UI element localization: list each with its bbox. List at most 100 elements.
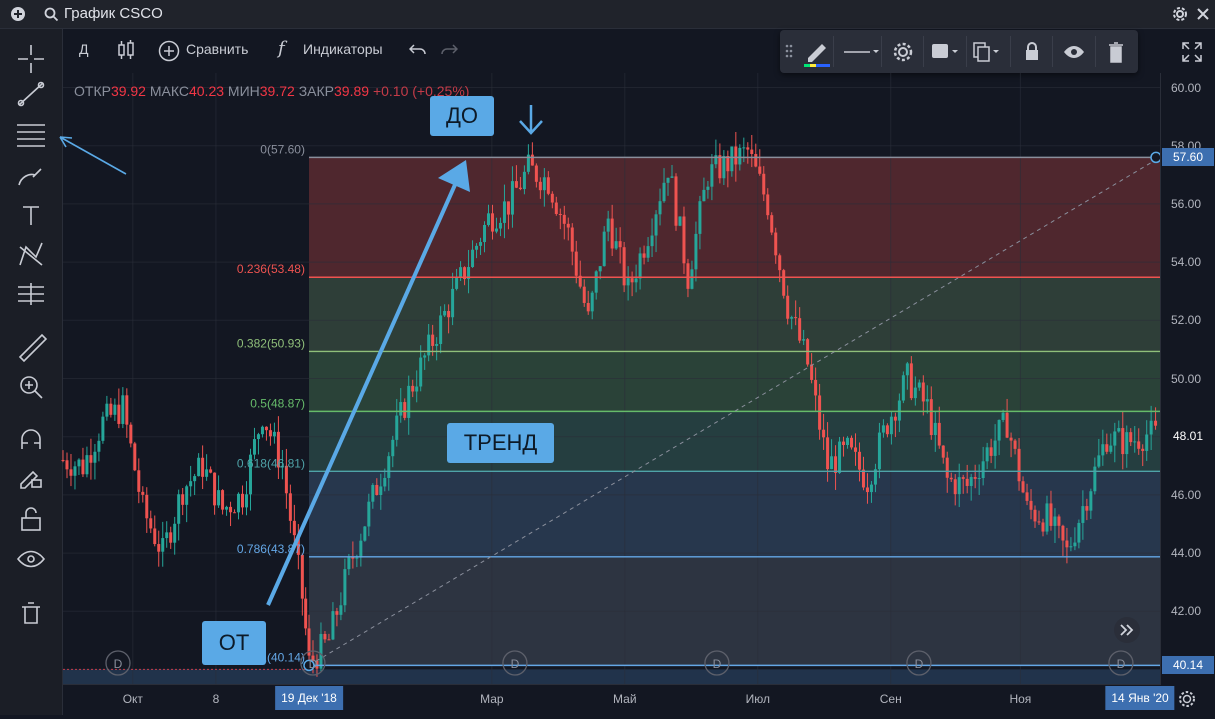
candle-body: [177, 494, 181, 524]
fib-band-extension: [63, 669, 1160, 684]
candle-body: [411, 385, 415, 392]
time-tick-label: Мар: [480, 692, 504, 706]
price-tick-label: 52.00: [1171, 313, 1202, 328]
candle-body: [977, 478, 981, 480]
candle-body: [917, 382, 921, 388]
candle-body: [997, 419, 1001, 441]
candle-body: [455, 276, 459, 289]
candle-body: [718, 155, 722, 179]
candle-body: [1109, 445, 1113, 452]
candle-body: [698, 201, 702, 234]
candle-body: [538, 181, 542, 191]
candle-body: [822, 429, 826, 438]
fib-band: [308, 157, 1161, 278]
candle-body: [678, 216, 682, 226]
candle-body: [292, 520, 296, 536]
candle-body: [399, 402, 403, 416]
candle-body: [742, 147, 746, 149]
dividend-marker-letter: D: [511, 657, 520, 671]
candle-body: [558, 213, 562, 215]
candle-body: [490, 213, 494, 232]
candle-body: [1061, 525, 1065, 541]
candle-body: [598, 266, 602, 272]
tool-pointer-arrow: [59, 136, 127, 175]
candle-body: [702, 189, 706, 202]
candle-body: [355, 557, 359, 559]
candle-body: [197, 457, 201, 477]
candle-body: [327, 639, 331, 641]
candle-body: [81, 459, 85, 475]
dividend-marker-letter: D: [114, 657, 123, 671]
candle-body: [666, 177, 670, 183]
time-axis[interactable]: Окт 8 Мар Май Июл Сен Ноя 19 Дек '18 14 Янв '20: [63, 684, 1175, 716]
candle-body: [562, 214, 566, 224]
candle-body: [443, 310, 447, 316]
time-tick-label: Окт: [122, 692, 143, 706]
candle-body: [431, 334, 435, 346]
candle-body: [383, 477, 387, 487]
dividend-marker-letter: D: [1117, 657, 1126, 671]
candle-body: [1021, 481, 1025, 493]
candle-body: [626, 278, 630, 286]
candle-body: [65, 460, 69, 470]
candle-body: [161, 538, 165, 552]
candle-body: [256, 434, 260, 440]
price-axis[interactable]: 60.0058.0056.0054.0052.0050.0048.0046.00…: [1160, 73, 1215, 685]
candle-body: [367, 501, 371, 527]
candle-body: [395, 415, 399, 440]
candle-body: [1141, 448, 1145, 451]
candle-body: [213, 472, 217, 506]
candle-body: [889, 416, 893, 435]
candle-body: [173, 523, 177, 543]
candle-body: [1097, 455, 1101, 467]
candle-body: [339, 605, 343, 615]
candle-body: [534, 165, 538, 182]
candle-body: [435, 343, 439, 346]
candle-body: [610, 218, 614, 249]
candle-body: [714, 155, 718, 165]
candle-body: [379, 486, 383, 496]
fib-level-label: 0.618(46.81): [237, 456, 305, 470]
candle-body: [319, 633, 323, 669]
candle-body: [602, 231, 606, 267]
candle-body: [1041, 522, 1045, 532]
price-chart[interactable]: 0(57.60) 0.236(53.48) 0.382(50.93) 0.5(48.8…: [0, 0, 1215, 715]
candle-body: [189, 481, 193, 487]
candle-body: [169, 532, 173, 543]
candle-body: [451, 288, 455, 318]
candle-body: [459, 267, 463, 277]
candle-body: [618, 241, 622, 248]
candle-body: [945, 457, 949, 478]
candle-body: [498, 222, 502, 229]
candle-body: [650, 235, 654, 247]
candle-body: [865, 487, 869, 493]
candle-body: [121, 395, 125, 424]
fib-level-label: 0.5(48.87): [250, 396, 305, 410]
time-tick-label: Сен: [879, 692, 902, 706]
high-label: МАКС: [149, 83, 189, 99]
axis-settings-gear-icon[interactable]: [1177, 689, 1197, 709]
candle-body: [893, 416, 897, 421]
candle-body: [582, 286, 586, 303]
candle-body: [746, 147, 750, 150]
candle-body: [921, 382, 925, 402]
dividend-marker-letter: D: [915, 657, 924, 671]
candle-body: [798, 318, 802, 341]
candle-body: [850, 437, 854, 448]
price-axis-tag: 40.14: [1162, 656, 1214, 675]
candle-body: [1089, 491, 1093, 511]
open-value: 39.92: [110, 83, 146, 99]
candle-body: [814, 379, 818, 396]
candle-body: [205, 469, 209, 477]
candle-body: [359, 540, 363, 558]
time-tick-label: 8: [212, 692, 220, 706]
candle-body: [133, 443, 137, 471]
candle-body: [1025, 492, 1029, 501]
candle-body: [387, 456, 391, 478]
candle-body: [674, 176, 678, 226]
dividend-marker-letter: D: [309, 657, 318, 671]
candle-body: [217, 490, 221, 506]
candle-body: [1001, 412, 1005, 420]
candle-body: [842, 441, 846, 445]
candle-body: [1085, 506, 1089, 511]
